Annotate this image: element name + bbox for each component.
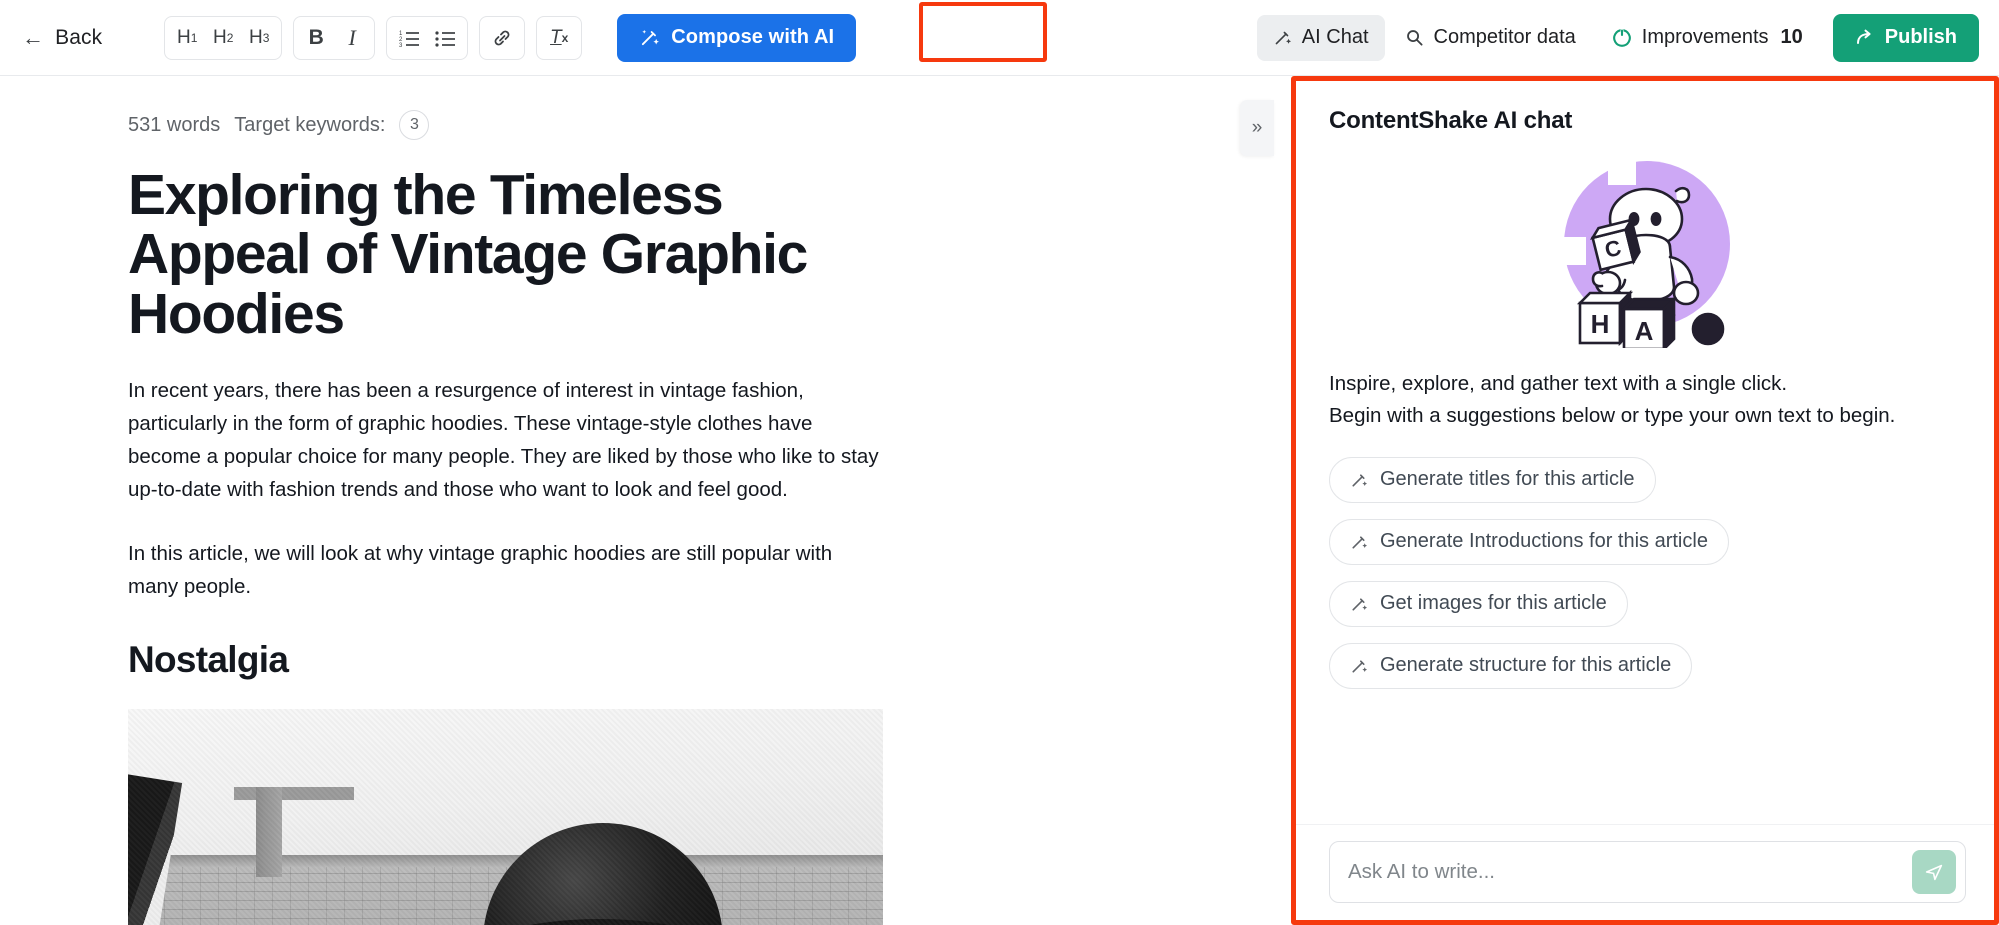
editor-toolbar: ← Back H1 H2 H3 B I 1 2 3 T x Compose wi… <box>0 0 1999 76</box>
ai-chat-suggestions: Generate titles for this article Generat… <box>1329 456 1966 689</box>
magic-wand-icon <box>1273 28 1292 47</box>
suggestion-generate-structure[interactable]: Generate structure for this article <box>1329 642 1693 689</box>
suggestion-label: Generate Introductions for this article <box>1380 530 1708 553</box>
collapse-panel-handle[interactable]: » <box>1240 100 1274 156</box>
ai-chat-input-container[interactable] <box>1329 841 1966 903</box>
target-keywords-count-badge[interactable]: 3 <box>399 110 430 140</box>
suggestion-generate-titles[interactable]: Generate titles for this article <box>1329 456 1656 503</box>
ai-chat-panel-title: ContentShake AI chat <box>1329 107 1573 134</box>
formatting-tool-cluster: H1 H2 H3 B I 1 2 3 T x Compose with AI <box>164 13 857 62</box>
heading-3-button[interactable]: H3 <box>241 20 277 56</box>
chevron-double-right-icon: » <box>1251 117 1263 138</box>
publish-button-label: Publish <box>1884 26 1957 48</box>
suggestion-get-images[interactable]: Get images for this article <box>1329 580 1628 627</box>
circle-gauge-icon <box>1612 28 1632 48</box>
robot-illustration: C H A <box>1329 153 1966 348</box>
ai-chat-description-line-2: Begin with a suggestions below or type y… <box>1329 404 1896 428</box>
robot-figure-svg: C H A <box>1576 186 1725 348</box>
compose-with-ai-button[interactable]: Compose with AI <box>617 13 857 62</box>
word-count: 531 words <box>128 113 221 136</box>
article-title[interactable]: Exploring the Timeless Appeal of Vintage… <box>128 165 882 344</box>
back-button-label: Back <box>55 25 103 49</box>
tab-ai-chat-label: AI Chat <box>1301 26 1369 48</box>
photo-film-grain <box>128 709 883 925</box>
magic-wand-icon <box>1350 595 1368 613</box>
tab-ai-chat[interactable]: AI Chat <box>1256 14 1385 61</box>
ai-chat-input[interactable] <box>1330 842 1912 902</box>
link-button[interactable] <box>484 20 520 56</box>
document-meta: 531 words Target keywords: 3 <box>128 110 1010 140</box>
ordered-list-icon: 1 2 3 <box>399 29 420 47</box>
article-paragraph-1[interactable]: In recent years, there has been a resurg… <box>128 374 882 507</box>
bold-button[interactable]: B <box>298 20 334 56</box>
article-paragraph-2[interactable]: In this article, we will look at why vin… <box>128 537 882 603</box>
bullet-list-icon <box>435 29 456 47</box>
content-editor-screen: ← Back H1 H2 H3 B I 1 2 3 T x Compose wi… <box>0 0 1999 925</box>
block-letter-h: H <box>1591 309 1610 339</box>
clear-format-tool-group: Tx <box>536 15 583 60</box>
ordered-list-button[interactable]: 1 2 3 <box>391 20 427 56</box>
suggestion-generate-introductions[interactable]: Generate Introductions for this article <box>1329 518 1729 565</box>
magic-wand-icon <box>1350 533 1368 551</box>
header-right-actions: AI Chat Competitor data Improvements 10 … <box>1256 13 1999 62</box>
bullet-list-button[interactable] <box>427 20 463 56</box>
send-message-button[interactable] <box>1912 850 1956 894</box>
heading-tool-group: H1 H2 H3 <box>164 15 283 60</box>
share-arrow-icon <box>1855 28 1875 48</box>
magic-wand-icon <box>1350 657 1368 675</box>
article-heading-nostalgia[interactable]: Nostalgia <box>128 639 882 681</box>
italic-button[interactable]: I <box>334 20 370 56</box>
compose-button-label: Compose with AI <box>671 26 835 48</box>
tab-improvements-label: Improvements <box>1641 26 1769 48</box>
vintage-photo-render <box>128 709 883 925</box>
target-keywords-label: Target keywords: <box>234 113 386 136</box>
suggestion-label: Generate titles for this article <box>1380 468 1635 491</box>
tab-competitor-data[interactable]: Competitor data <box>1389 15 1592 61</box>
arrow-left-icon: ← <box>22 24 45 50</box>
tab-improvements[interactable]: Improvements 10 <box>1596 15 1819 61</box>
heading-1-button[interactable]: H1 <box>169 20 205 56</box>
ai-chat-panel-body: C H A Inspire, explore, and gather text … <box>1296 135 1999 824</box>
magic-wand-icon <box>639 27 660 48</box>
svg-text:3: 3 <box>399 43 403 47</box>
publish-button[interactable]: Publish <box>1832 13 1979 62</box>
ai-chat-panel: ContentShake AI chat C H A Inspire, expl… <box>1295 80 1999 925</box>
text-style-tool-group: B I <box>293 15 376 60</box>
ai-chat-footer <box>1296 824 1999 925</box>
tab-competitor-data-label: Competitor data <box>1433 26 1576 48</box>
magic-wand-icon <box>1350 471 1368 489</box>
suggestion-label: Generate structure for this article <box>1380 654 1672 677</box>
block-letter-a: A <box>1635 316 1654 346</box>
link-tool-group <box>479 15 526 60</box>
suggestion-label: Get images for this article <box>1380 592 1607 615</box>
ai-chat-description: Inspire, explore, and gather text with a… <box>1329 368 1966 433</box>
search-icon <box>1405 28 1424 47</box>
send-paper-plane-icon <box>1923 861 1945 883</box>
back-button[interactable]: ← Back <box>22 26 102 50</box>
improvements-count: 10 <box>1780 26 1803 48</box>
clear-formatting-button[interactable]: Tx <box>541 20 577 56</box>
article-editor-document[interactable]: 531 words Target keywords: 3 Exploring t… <box>0 76 1010 925</box>
article-image-vintage-photo[interactable] <box>128 709 883 925</box>
list-tool-group: 1 2 3 <box>386 15 469 60</box>
ai-chat-description-line-1: Inspire, explore, and gather text with a… <box>1329 372 1788 395</box>
heading-2-button[interactable]: H2 <box>205 20 241 56</box>
link-icon <box>492 28 512 48</box>
